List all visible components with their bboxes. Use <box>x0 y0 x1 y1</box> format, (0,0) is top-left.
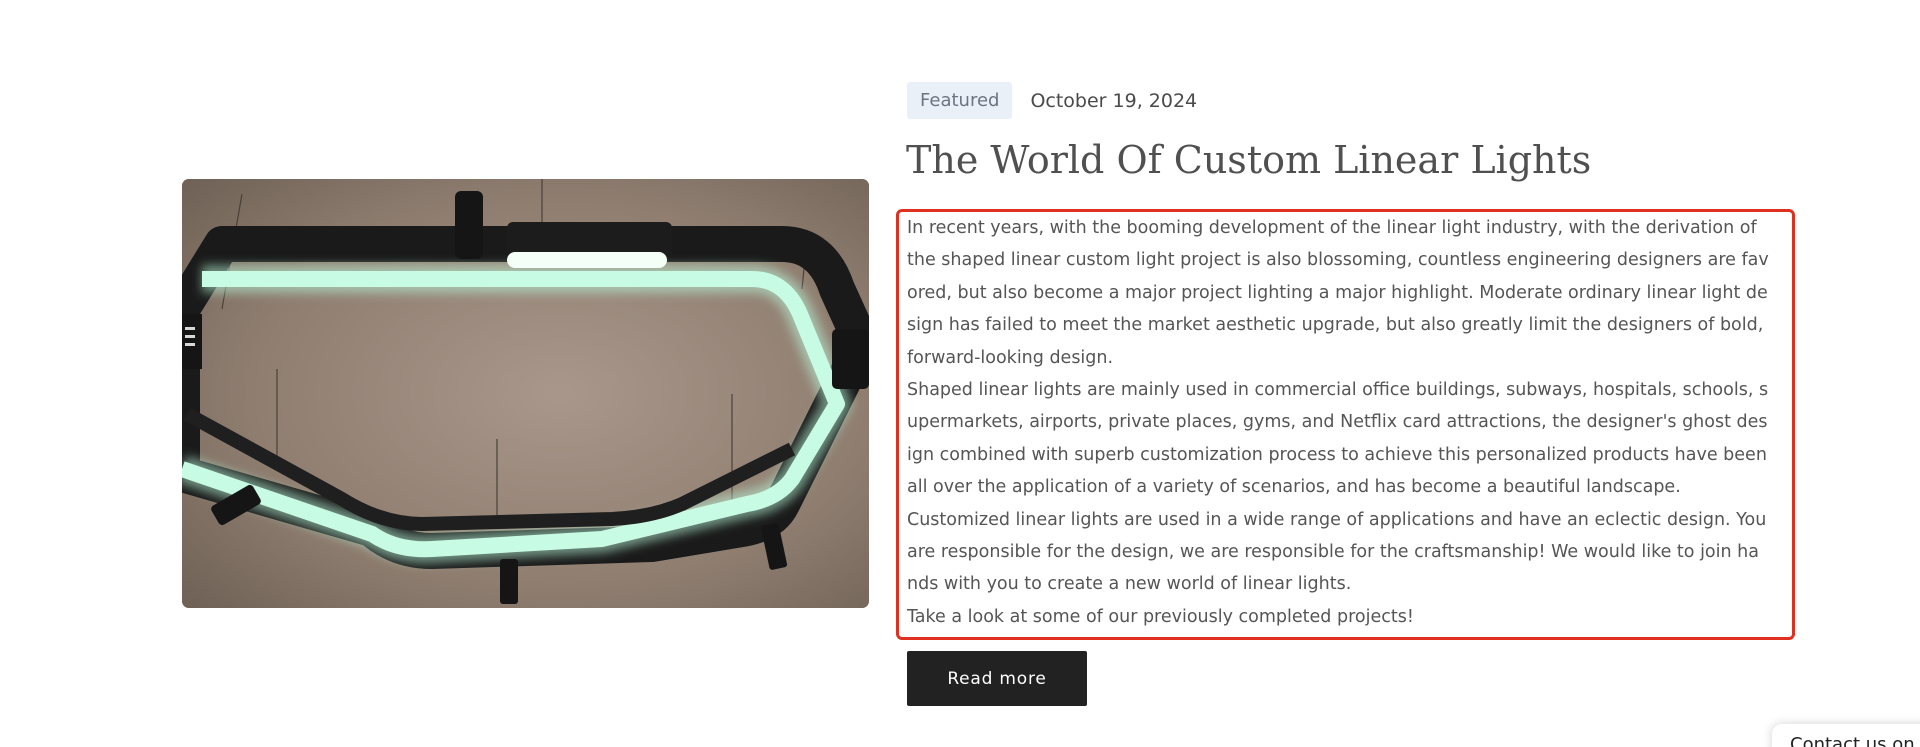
excerpt-paragraph: Take a look at some of our previously co… <box>907 606 1414 627</box>
excerpt-paragraph: Shaped linear lights are mainly used in … <box>907 380 1769 498</box>
linear-light-photo <box>182 179 869 608</box>
publish-date: October 19, 2024 <box>1030 89 1198 112</box>
contact-us-tab[interactable]: Contact us on <box>1772 724 1920 747</box>
category-badge[interactable]: Featured <box>907 82 1013 119</box>
excerpt-paragraph: Customized linear lights are used in a w… <box>907 509 1767 595</box>
article-image[interactable] <box>182 179 869 608</box>
article-title[interactable]: The World Of Custom Linear Lights <box>906 138 1591 182</box>
article-excerpt: In recent years, with the booming develo… <box>907 212 1769 633</box>
excerpt-paragraph: In recent years, with the booming develo… <box>907 218 1769 368</box>
article-meta: Featured October 19, 2024 <box>907 82 1197 119</box>
read-more-button[interactable]: Read more <box>907 651 1087 706</box>
